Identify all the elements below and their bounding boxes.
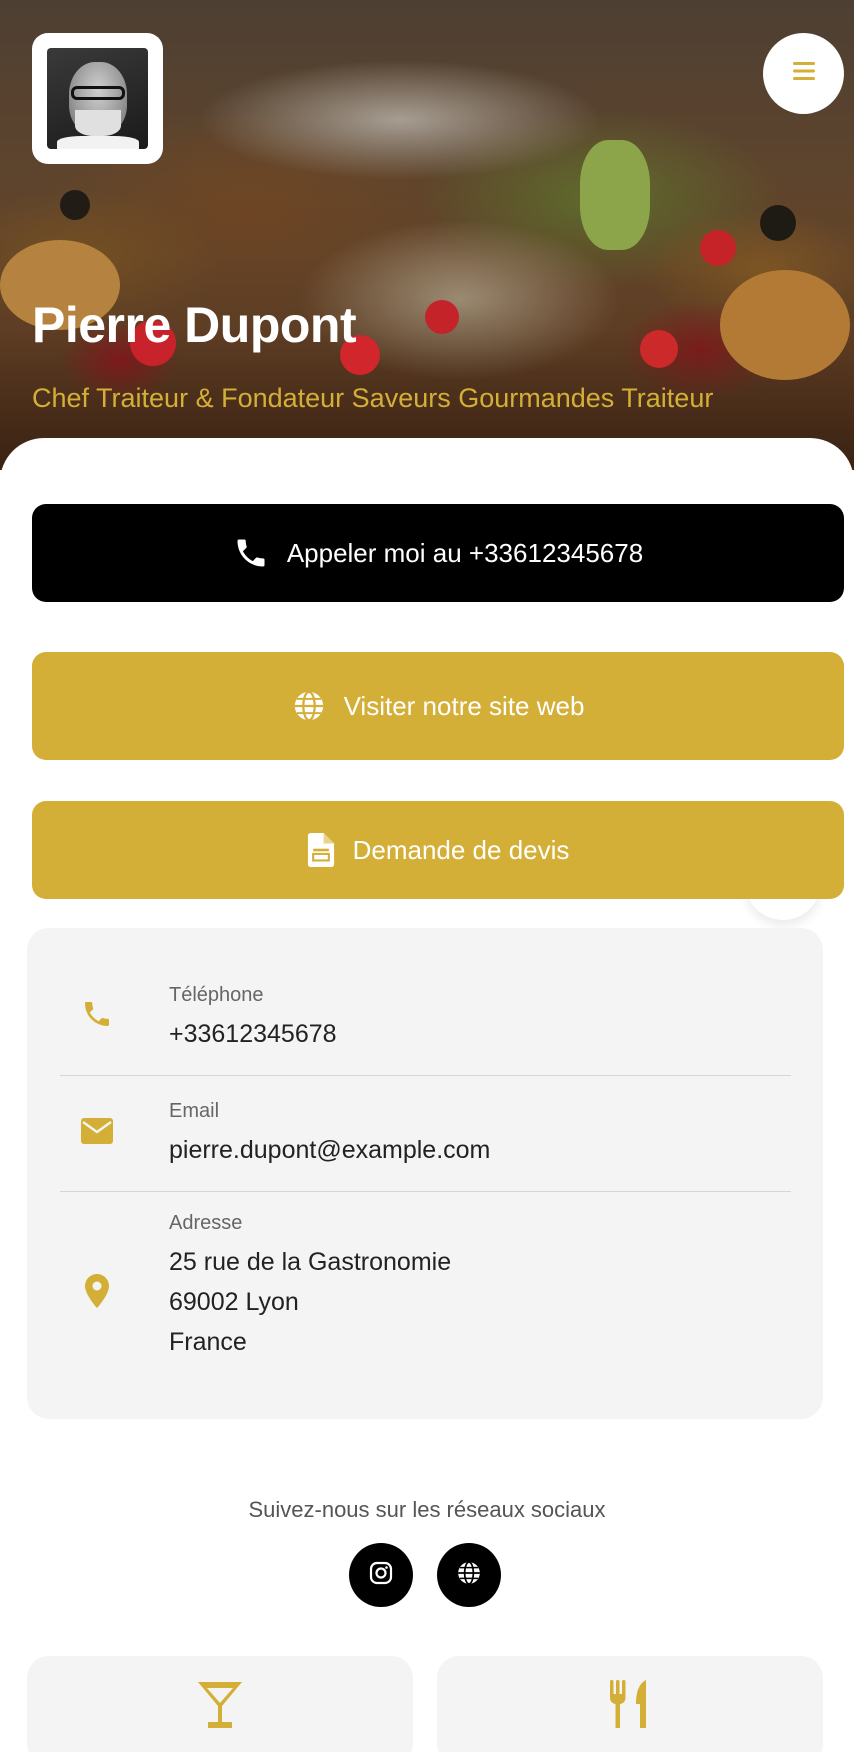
cocktail-icon xyxy=(194,1678,246,1752)
hamburger-icon xyxy=(792,62,815,85)
contact-info-card: Téléphone +33612345678 Email pierre.dupo… xyxy=(27,928,823,1419)
social-links xyxy=(349,1543,501,1607)
phone-value: +33612345678 xyxy=(169,1020,337,1048)
website-button-label: Visiter notre site web xyxy=(343,690,585,721)
address-line3: France xyxy=(169,1328,247,1356)
profile-subtitle: Chef Traiteur & Fondateur Saveurs Gourma… xyxy=(32,383,714,413)
address-line2: 69002 Lyon xyxy=(169,1288,299,1316)
profile-name: Pierre Dupont xyxy=(32,297,357,353)
email-label: Email xyxy=(169,1100,220,1122)
phone-icon xyxy=(60,998,134,1030)
utensils-icon xyxy=(606,1678,654,1752)
email-value: pierre.dupont@example.com xyxy=(169,1136,491,1164)
contact-row-address[interactable]: Adresse 25 rue de la Gastronomie 69002 L… xyxy=(60,1192,791,1412)
envelope-icon xyxy=(60,1118,134,1144)
website-button[interactable]: Visiter notre site web xyxy=(32,652,844,760)
service-tile-drinks[interactable] xyxy=(27,1656,413,1752)
phone-icon xyxy=(233,535,269,571)
contact-row-phone[interactable]: Téléphone +33612345678 xyxy=(60,928,791,1076)
instagram-icon xyxy=(369,1561,393,1590)
avatar xyxy=(47,48,148,149)
address-line1: 25 rue de la Gastronomie xyxy=(169,1248,452,1276)
service-tile-dining[interactable] xyxy=(437,1656,823,1752)
quote-button-label: Demande de devis xyxy=(352,834,570,865)
globe-icon xyxy=(292,689,326,723)
phone-label: Téléphone xyxy=(169,984,264,1006)
website-link[interactable] xyxy=(437,1543,501,1607)
menu-button[interactable] xyxy=(763,33,844,114)
social-title: Suivez-nous sur les réseaux sociaux xyxy=(248,1497,606,1522)
globe-icon xyxy=(456,1560,482,1591)
call-button[interactable]: Appeler moi au +33612345678 xyxy=(32,504,844,602)
call-button-label: Appeler moi au +33612345678 xyxy=(286,537,644,568)
address-label: Adresse xyxy=(169,1212,243,1234)
profile-photo-frame xyxy=(32,33,163,164)
map-pin-icon xyxy=(60,1274,134,1308)
quote-request-button[interactable]: Demande de devis xyxy=(32,801,844,899)
document-icon xyxy=(307,833,335,867)
contact-row-email[interactable]: Email pierre.dupont@example.com xyxy=(60,1076,791,1192)
instagram-link[interactable] xyxy=(349,1543,413,1607)
